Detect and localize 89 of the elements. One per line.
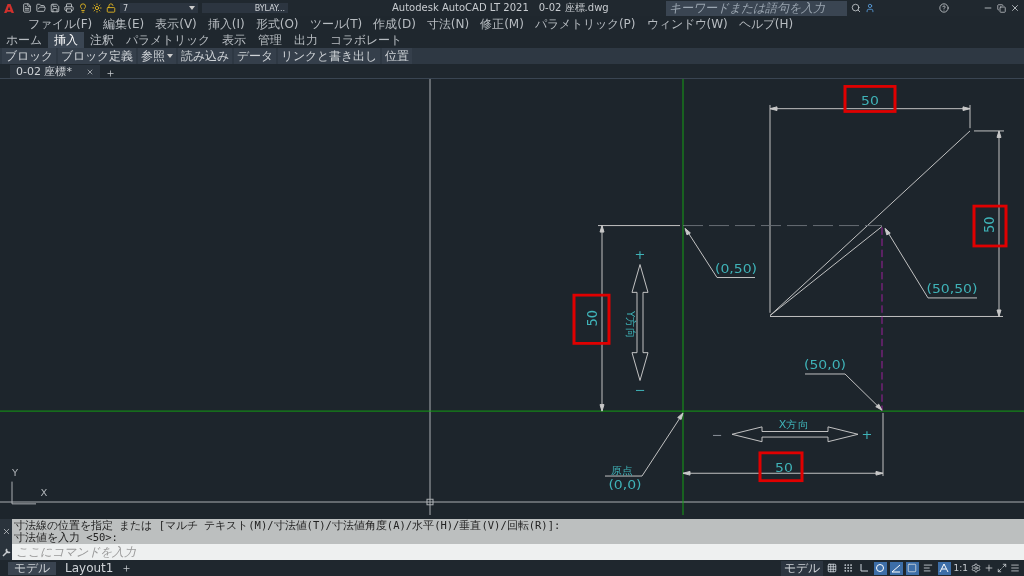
ribbon-tab[interactable]: 挿入 (48, 32, 84, 48)
menu-item[interactable]: ファイル(F) (28, 15, 93, 33)
command-input[interactable]: ここにコマンドを入力 (12, 544, 1024, 560)
menu-item[interactable]: 挿入(I) (207, 15, 245, 33)
ucs-axis-label: Y (11, 467, 19, 478)
sun-icon[interactable] (92, 3, 102, 13)
menu-item[interactable]: ウィンドウ(W) (646, 15, 728, 33)
ribbon-panel-button[interactable]: ブロック定義 (58, 48, 136, 64)
command-history-line: 寸法線の位置を指定 または [マルチ テキスト(M)/寸法値(T)/寸法値角度(A)/水平(H)/垂直(V)/回転(R)]: (14, 519, 561, 531)
menu-item[interactable]: 編集(E) (103, 15, 145, 33)
caret-icon (167, 54, 173, 58)
ribbon-panel-button[interactable]: リンクと書き出し (278, 48, 380, 64)
linetype-dropdown[interactable]: BYLAY... (202, 3, 288, 13)
ribbon-panel-button[interactable]: 読み込み (178, 48, 232, 64)
menu-item[interactable]: 形式(O) (255, 15, 299, 33)
layout-tab[interactable]: Layout1 (59, 561, 120, 575)
menu-item[interactable]: ヘルプ(H) (738, 15, 794, 33)
new-file-icon[interactable] (22, 3, 32, 13)
grid-icon[interactable] (825, 561, 839, 575)
command-history-line: 寸法値を入力 <50>: (14, 531, 119, 543)
plus-icon[interactable] (984, 563, 994, 573)
menu-item[interactable]: 表示(V) (155, 15, 197, 33)
save-icon[interactable] (50, 3, 60, 13)
menu-item[interactable]: パラメトリック(P) (534, 15, 636, 33)
coordinate-label: (0,50) (714, 260, 758, 276)
ribbon-tab[interactable]: コラボレート (324, 32, 408, 48)
coordinate-label: (50,0) (803, 356, 847, 373)
menu-icon[interactable] (1010, 563, 1020, 573)
square-icon[interactable] (905, 561, 919, 575)
coordinate-label: (50,50) (926, 280, 978, 297)
model-space-button[interactable]: モデル (780, 560, 823, 576)
ribbon-tab[interactable]: 管理 (252, 32, 288, 48)
search-icon[interactable] (851, 3, 861, 13)
menu-item[interactable]: 作成(D) (373, 15, 416, 33)
menu-item[interactable]: 寸法(N) (426, 15, 470, 33)
plus-sign: + (861, 427, 873, 442)
corner-icon[interactable] (857, 561, 871, 575)
dimension-text: 50 (861, 92, 879, 108)
dimension-text: 50 (775, 459, 793, 476)
restore-icon[interactable] (997, 3, 1006, 13)
dimension-text: 50 (980, 216, 998, 233)
layout-tab[interactable]: モデル (8, 561, 56, 575)
lines-icon[interactable] (921, 561, 935, 575)
origin-label: 原点 (610, 464, 634, 477)
wrench-icon[interactable] (1, 547, 11, 557)
ribbon-tab[interactable]: 注釈 (84, 32, 120, 48)
ribbon-panel-button[interactable]: 参照 (138, 48, 176, 64)
dimension-text: 50 (583, 310, 601, 327)
angle-icon[interactable] (889, 561, 903, 575)
origin-marker (426, 498, 434, 506)
settings-icon[interactable] (971, 563, 981, 573)
document-tab[interactable]: 0-02 座標* (10, 65, 100, 78)
direction-label: Y方向 (624, 311, 638, 339)
plus-icon[interactable] (105, 69, 115, 78)
scale-button[interactable]: 1:1 (953, 563, 968, 573)
plus-icon[interactable] (122, 563, 132, 573)
search-field[interactable]: キーワードまたは語句を入力 (666, 0, 847, 16)
help-icon[interactable] (939, 3, 949, 13)
ucs-axis-label: X (40, 486, 48, 498)
ribbon-tab[interactable]: 出力 (288, 32, 324, 48)
ribbon-panel-button[interactable]: ブロック (2, 48, 56, 64)
menu-item[interactable]: ツール(T) (309, 15, 363, 33)
ucs-axes-icon (11, 481, 37, 505)
circle-icon[interactable] (873, 561, 887, 575)
maximize-icon[interactable] (997, 563, 1007, 573)
lock-icon[interactable] (106, 3, 116, 13)
folder-icon[interactable] (36, 3, 46, 13)
lightbulb-icon[interactable] (78, 3, 88, 13)
direction-label: X方向 (778, 418, 810, 430)
dotted-grid-icon[interactable] (841, 561, 855, 575)
window-title: Autodesk AutoCAD LT 2021 0-02 座標.dwg (392, 1, 609, 15)
ribbon-panel-button[interactable]: データ (234, 48, 276, 64)
close-icon[interactable] (85, 67, 94, 76)
ribbon-tab[interactable]: 表示 (216, 32, 252, 48)
caret-icon (189, 6, 195, 10)
close-icon[interactable] (1, 527, 11, 536)
minus-sign: − (634, 382, 646, 398)
ribbon-tab[interactable]: パラメトリック (120, 32, 216, 48)
layer-dropdown[interactable]: 7 (120, 3, 198, 13)
user-icon[interactable] (865, 3, 875, 13)
plus-sign: + (634, 247, 646, 262)
minus-sign: − (711, 427, 723, 442)
coordinate-label: (0,0) (608, 476, 642, 492)
close-icon[interactable] (1010, 3, 1020, 13)
ribbon-tab[interactable]: ホーム (0, 32, 48, 48)
menu-item[interactable]: 修正(M) (480, 15, 524, 33)
ribbon-panel-button[interactable]: 位置 (382, 48, 412, 64)
leader-line (684, 227, 756, 278)
printer-icon[interactable] (64, 3, 74, 13)
